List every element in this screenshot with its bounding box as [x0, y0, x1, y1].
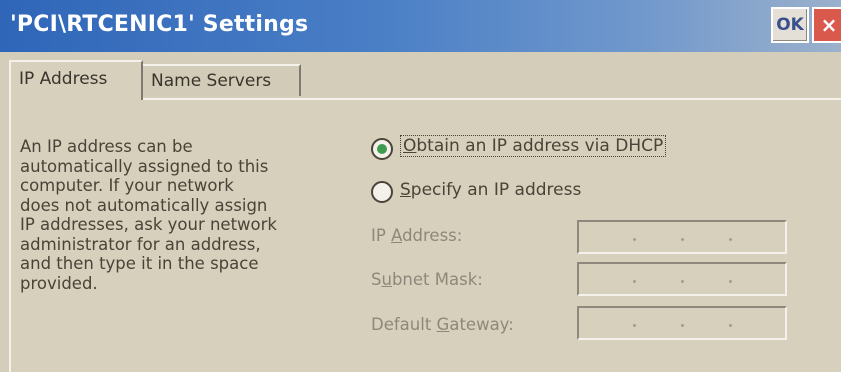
- specify-label-text: pecify an IP address: [410, 180, 582, 200]
- mnemonic-g: G: [436, 315, 450, 334]
- description-line: and then type it in the space: [20, 254, 259, 273]
- octet-separator: [633, 238, 636, 241]
- default-gateway-input[interactable]: [577, 306, 787, 340]
- tab-name-servers-label: Name Servers: [151, 71, 272, 91]
- octet-separator: [633, 280, 636, 283]
- tab-name-servers[interactable]: Name Servers: [143, 64, 301, 96]
- subnet-mask-input[interactable]: [577, 262, 787, 296]
- specify-ip-radio-label[interactable]: Specify an IP address: [400, 180, 581, 200]
- radio-selected-dot: [377, 144, 387, 154]
- mnemonic-o: O: [403, 136, 417, 156]
- mnemonic-s: S: [400, 180, 411, 200]
- window-title: 'PCI\RTCENIC1' Settings: [10, 12, 309, 37]
- octet-separator: [729, 324, 732, 327]
- dhcp-radio[interactable]: [371, 138, 393, 160]
- tab-ip-address[interactable]: IP Address: [9, 60, 143, 100]
- tab-ip-address-label: IP Address: [19, 69, 108, 89]
- octet-separator: [681, 324, 684, 327]
- settings-window: 'PCI\RTCENIC1' Settings OK × IP Address …: [0, 0, 841, 372]
- octet-separator: [681, 280, 684, 283]
- ip-address-label: IP Address:: [371, 226, 462, 245]
- ip-address-input[interactable]: [577, 220, 787, 254]
- label-part: ateway:: [449, 315, 514, 334]
- octet-separator: [729, 238, 732, 241]
- label-part: ddress:: [402, 226, 463, 245]
- octet-separator: [681, 238, 684, 241]
- description-line: administrator for an address,: [20, 234, 261, 254]
- label-part: S: [371, 270, 382, 289]
- octet-separator: [633, 324, 636, 327]
- label-part: Default: [371, 315, 437, 334]
- description-line: does not automatically assign: [20, 195, 268, 215]
- ok-button[interactable]: OK: [771, 7, 809, 43]
- specify-ip-radio[interactable]: [371, 181, 393, 203]
- octet-separator: [729, 280, 732, 283]
- dhcp-radio-label[interactable]: Obtain an IP address via DHCP: [400, 135, 667, 157]
- description-line: IP addresses, ask your network: [20, 215, 277, 234]
- description-line: automatically assigned to this: [20, 156, 269, 176]
- description-line: An IP address can be: [20, 137, 193, 156]
- label-part: IP: [371, 226, 392, 245]
- close-button[interactable]: ×: [812, 7, 841, 43]
- description-text: An IP address can be automatically assig…: [20, 137, 358, 293]
- mnemonic-u: u: [381, 270, 392, 289]
- label-part: bnet Mask:: [391, 270, 483, 289]
- title-bar: 'PCI\RTCENIC1' Settings OK ×: [0, 0, 841, 52]
- dhcp-label-text: btain an IP address via DHCP: [416, 136, 664, 156]
- description-line: provided.: [20, 273, 98, 293]
- close-icon: ×: [820, 13, 838, 37]
- subnet-mask-label: Subnet Mask:: [371, 270, 483, 289]
- focus-outline: Obtain an IP address via DHCP: [400, 135, 667, 157]
- default-gateway-label: Default Gateway:: [371, 315, 514, 334]
- description-line: computer. If your network: [20, 176, 234, 195]
- mnemonic-a: A: [391, 226, 403, 245]
